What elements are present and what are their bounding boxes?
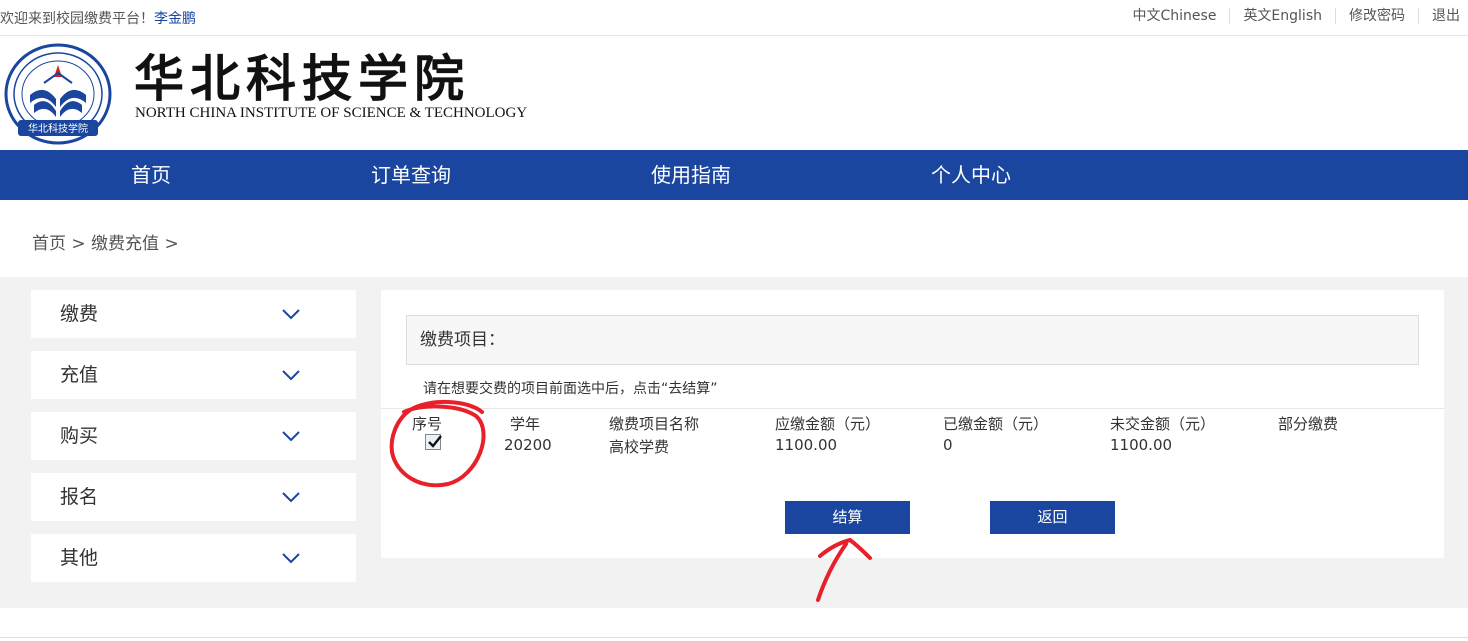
column-header-partial: 部分缴费: [1278, 415, 1339, 433]
sidebar-item-other[interactable]: 其他: [31, 534, 356, 582]
sidebar-item-label: 缴费: [60, 303, 99, 325]
sidebar-item-label: 报名: [60, 486, 99, 508]
column-header-index: 序号: [412, 415, 443, 433]
instruction-text: 请在想要交费的项目前面选中后，点击“去结算”: [423, 381, 718, 397]
logout-link[interactable]: 退出: [1418, 8, 1460, 24]
checkmark-icon: [428, 435, 442, 448]
back-button[interactable]: 返回: [990, 501, 1115, 534]
column-header-item-name: 缴费项目名称: [609, 415, 700, 433]
footer-divider: [0, 637, 1468, 638]
chevron-down-icon[interactable]: [281, 365, 301, 385]
welcome-message: 欢迎来到校园缴费平台！李金鹏: [0, 8, 196, 28]
lang-chinese-link[interactable]: 中文Chinese: [1120, 8, 1230, 24]
checkout-button[interactable]: 结算: [785, 501, 910, 534]
seal-text: 华北科技学院: [28, 122, 88, 135]
username-link[interactable]: 李金鹏: [154, 11, 196, 27]
payment-panel: 缴费项目： 请在想要交费的项目前面选中后，点击“去结算” 序号 学年 缴费项目名…: [381, 290, 1444, 558]
chevron-down-icon[interactable]: [281, 548, 301, 568]
sidebar-item-payment[interactable]: 缴费: [31, 290, 356, 338]
column-header-amount-unpaid: 未交金额（元）: [1110, 415, 1216, 433]
welcome-text: 欢迎来到校园缴费平台！: [0, 11, 154, 27]
sidebar-item-recharge[interactable]: 充值: [31, 351, 356, 399]
cell-amount-due: 1100.00: [775, 436, 838, 454]
sidebar-item-label: 其他: [60, 547, 99, 569]
cell-amount-unpaid: 1100.00: [1110, 436, 1173, 454]
school-name-en: NORTH CHINA INSTITUTE OF SCIENCE & TECHN…: [135, 105, 528, 121]
column-header-amount-paid: 已缴金额（元）: [943, 415, 1049, 433]
change-password-link[interactable]: 修改密码: [1335, 8, 1418, 24]
nav-item-home[interactable]: 首页: [131, 150, 171, 200]
column-header-year: 学年: [510, 415, 541, 433]
main-nav: 首页 订单查询 使用指南 个人中心: [0, 150, 1468, 200]
nav-item-profile[interactable]: 个人中心: [931, 150, 1011, 200]
cell-amount-paid: 0: [943, 436, 953, 454]
chevron-down-icon[interactable]: [281, 487, 301, 507]
school-name-cn: 华北科技学院: [134, 49, 470, 108]
sidebar-item-label: 充值: [60, 364, 99, 386]
table-divider: [381, 408, 1444, 409]
school-logo: 华北科技学院: [4, 43, 112, 145]
chevron-down-icon[interactable]: [281, 426, 301, 446]
sidebar-item-label: 购买: [60, 425, 99, 447]
row-checkbox[interactable]: [425, 434, 442, 450]
top-links: 中文Chinese 英文English 修改密码 退出: [1120, 8, 1460, 24]
project-header: 缴费项目：: [406, 315, 1419, 365]
lang-english-link[interactable]: 英文English: [1229, 8, 1335, 24]
sidebar-item-purchase[interactable]: 购买: [31, 412, 356, 460]
cell-item-name: 高校学费: [609, 438, 670, 456]
sidebar-item-registration[interactable]: 报名: [31, 473, 356, 521]
project-title: 缴费项目：: [420, 330, 505, 350]
breadcrumb: 首页 > 缴费充值 >: [32, 234, 179, 254]
nav-item-guide[interactable]: 使用指南: [651, 150, 731, 200]
site-header: 华北科技学院 华北科技学院 NORTH CHINA INSTITUTE OF S…: [0, 37, 1468, 150]
nav-item-orders[interactable]: 订单查询: [371, 150, 451, 200]
column-header-amount-due: 应缴金额（元）: [775, 415, 881, 433]
cell-year: 20200: [504, 436, 552, 454]
chevron-down-icon[interactable]: [281, 304, 301, 324]
top-bar: 欢迎来到校园缴费平台！李金鹏 中文Chinese 英文English 修改密码 …: [0, 0, 1468, 36]
